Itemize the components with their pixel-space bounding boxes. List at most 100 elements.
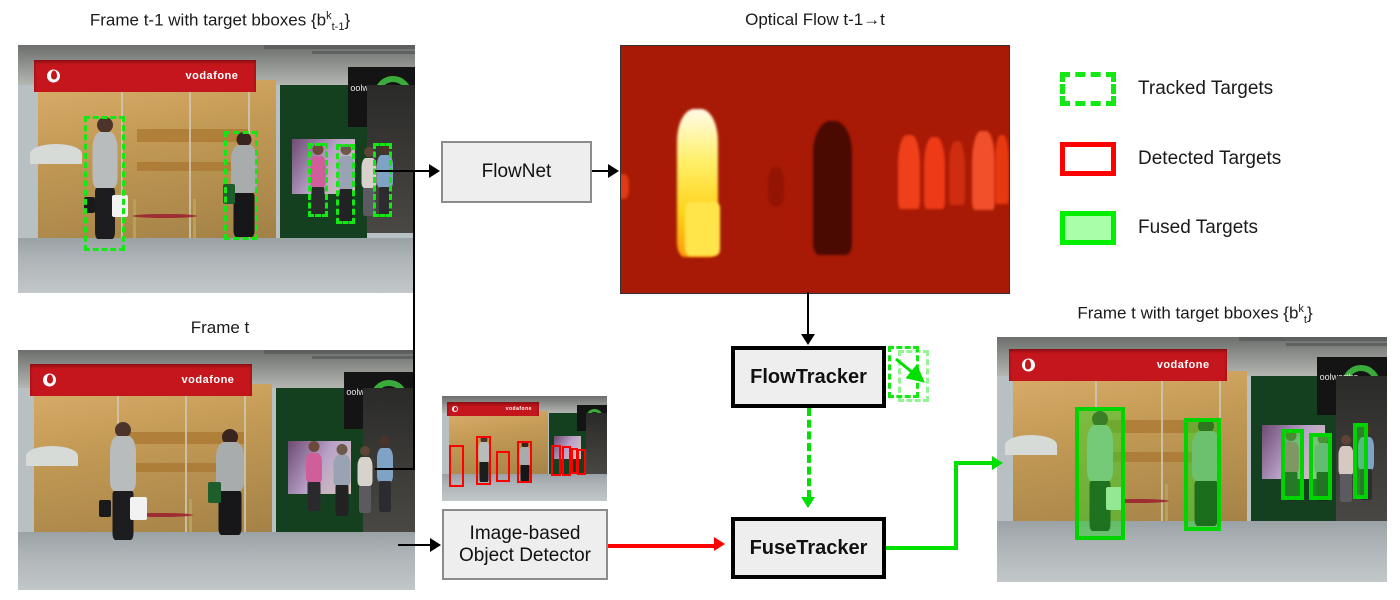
ceiling-beam [1285,343,1387,346]
fused-bbox [1075,406,1125,541]
patio-umbrella [29,144,82,165]
caption-optical-flow: Optical Flow t-1→t [745,10,885,29]
head [336,443,348,455]
pedestrian [355,446,375,516]
vodafone-sign: vodafone [33,59,257,93]
ceiling-beam [264,350,415,354]
vodafone-sign: vodafone [29,364,253,396]
head [360,446,371,456]
tracked-bbox [307,142,329,218]
motion-arrow-icon [895,357,925,383]
flow-blob-edge-left [621,174,629,200]
arrowhead [430,538,441,552]
legs [379,480,392,512]
floor [18,238,415,293]
object-detector-module[interactable]: Image-based Object Detector [442,509,608,580]
flownet-module[interactable]: FlowNet [441,141,592,203]
detected-bbox [496,450,511,483]
arrowhead-green [992,456,1003,470]
vodafone-sign-text: vodafone [1156,359,1210,372]
head [308,441,320,453]
tracked-bbox [373,142,392,218]
edge-frame-t-riser [413,170,415,470]
caption-frame-out-end: } [1306,303,1313,323]
arrowhead [801,334,815,345]
detected-bbox [550,445,561,476]
edge-flowtracker-to-fusetracker [807,408,811,498]
edge-frame-t-to-detector [398,544,432,546]
fused-bbox [1184,417,1222,531]
frame-prev-image: vodafone oolworths [18,45,415,293]
caption-frame-prev-text: Frame t-1 with target bboxes {b [89,10,327,30]
legend-label-fused: Fused Targets [1138,217,1259,238]
detected-bbox [577,448,587,475]
legend-swatch-detected [1060,142,1116,176]
floor [18,532,415,590]
pedestrian [304,441,324,513]
legs [359,485,372,514]
edge-detector-to-fusetracker [608,544,716,548]
arrowhead [608,164,619,178]
vodafone-sign: vodafone [446,402,540,416]
legs [335,485,349,516]
flow-blob-far-group-5 [995,134,1009,205]
torso [333,454,351,486]
torso [357,457,373,487]
torso [216,442,245,491]
vodafone-sign-text: vodafone [505,406,532,413]
edge-frame-prev-to-flownet [375,170,429,172]
arrowhead-green [801,497,815,508]
head [1341,435,1352,445]
shopping-bag [207,482,221,504]
edge-fusetracker-out-h2 [954,461,996,465]
window-mullion [184,383,187,557]
detected-bbox [517,441,532,484]
fused-bbox [1280,428,1304,500]
legend-label-tracked: Tracked Targets [1138,78,1274,99]
fusetracker-module[interactable]: FuseTracker [731,517,886,579]
detector-label-line1: Image-based [469,522,581,544]
ceiling-beam [311,51,415,54]
flowtracker-module[interactable]: FlowTracker [731,346,886,408]
pedestrian [332,443,352,518]
flow-blob-bright-bag [685,201,720,256]
pedestrian [98,422,147,552]
fused-bbox [1352,422,1369,499]
flow-blob-far-group-2 [923,137,945,209]
ceiling-beam [264,45,415,49]
window-mullion [188,79,191,259]
ceiling-beam [311,356,415,359]
vodafone-logo-icon [47,69,61,83]
legs [1340,474,1353,502]
vodafone-sign-text: vodafone [185,69,239,82]
head [380,436,391,447]
flow-blob-far-group-1 [898,134,920,209]
legend-swatch-fused [1060,211,1116,245]
legend-swatch-tracked [1060,72,1116,106]
ceiling-beam [1238,337,1387,341]
tracked-bbox [224,130,259,240]
tracked-bbox [335,144,355,224]
legs [218,491,242,536]
caption-frame-prev-sub: t-1 [331,21,345,34]
caption-frame-prev-end: } [344,10,351,30]
caption-frame-prev: Frame t-1 with target bboxes {bkt-1} [20,10,420,33]
detected-bbox [449,445,465,488]
flow-blob-far-group-4 [972,131,995,211]
torso [1338,445,1354,475]
vodafone-logo-icon [43,373,57,387]
vodafone-logo-icon [1021,358,1035,372]
caption-frame-out: Frame t with target bboxes {bkt} [995,303,1395,326]
detector-input-thumbnail: vodafone [442,396,607,501]
pedestrian [207,429,249,539]
shopping-bag [129,497,147,521]
fused-bbox [1309,432,1333,500]
torso [305,452,322,483]
tracked-bbox [83,115,126,251]
patio-umbrella [25,446,78,466]
flow-blob-far-group-3 [948,141,966,206]
edge-flow-to-flowtracker [807,292,809,336]
far-corridor [585,412,607,476]
handbag [98,499,111,517]
patio-umbrella [1004,435,1057,455]
